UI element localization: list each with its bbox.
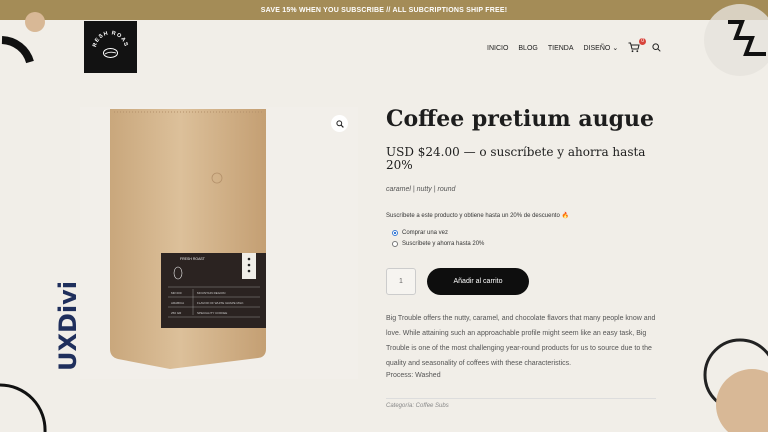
uxdivi-watermark: UXDivi (54, 281, 82, 371)
subscribe-note: Suscríbete a este producto y obtiene has… (386, 213, 569, 219)
bag-row-2-right: FLAVOR OF WHITE GRAPE MILK (197, 301, 243, 305)
nav-item-diseno-label: DISEÑO (583, 45, 611, 52)
quantity-input[interactable]: 1 (386, 268, 416, 295)
chevron-down-icon: ⌄ (612, 45, 619, 52)
coffee-bag-illustration: FRESH ROAST MR 000 MOUNTAIN REGION ARABI… (110, 109, 266, 369)
search-icon (652, 42, 661, 52)
divider (386, 398, 656, 399)
site-logo[interactable]: FRESH ROAST (84, 21, 137, 73)
product-description: Big Trouble offers the nutty, caramel, a… (386, 315, 656, 367)
svg-text:FRESH ROAST: FRESH ROAST (84, 21, 129, 48)
add-to-cart-button[interactable]: Añadir al carrito (427, 268, 529, 295)
product-image[interactable]: FRESH ROAST MR 000 MOUNTAIN REGION ARABI… (80, 107, 358, 379)
product-process: Process: Washed (386, 372, 441, 379)
magnifier-icon (335, 119, 344, 128)
nav-item-blog[interactable]: BLOG (518, 45, 537, 52)
bag-row-3-right: SPECIALITY COFFEE (197, 311, 227, 315)
bag-brand: FRESH ROAST (180, 257, 206, 261)
product-tags: caramel | nutty | round (386, 186, 456, 193)
decor-bottom-arc (0, 383, 47, 432)
bag-row-1-left: MR 000 (171, 291, 182, 295)
option-buy-once[interactable]: Comprar una vez (392, 230, 448, 236)
cart-icon (628, 42, 640, 53)
option-subscribe[interactable]: Suscríbete y ahorra hasta 20% (392, 241, 484, 247)
cart-button[interactable]: 0 (628, 38, 647, 54)
product-category[interactable]: Categoría: Coffee Subs (386, 403, 449, 409)
product-price: USD $24.00 — o suscríbete y ahorra hasta… (386, 145, 646, 172)
zoom-button[interactable] (331, 115, 348, 132)
bag-row-1-right: MOUNTAIN REGION (197, 291, 225, 295)
option-subscribe-label: Suscríbete y ahorra hasta 20% (402, 241, 485, 247)
logo-text: FRESH ROAST (84, 21, 128, 48)
bag-row-2-left: ARABICA (171, 301, 184, 305)
option-buy-once-label: Comprar una vez (402, 230, 449, 236)
search-button[interactable] (652, 42, 661, 54)
watermark-text: UXDivi (54, 281, 82, 371)
radio-buy-once[interactable] (392, 230, 398, 236)
nav-item-diseno[interactable]: DISEÑO ⌄ (584, 44, 619, 52)
radio-subscribe[interactable] (392, 241, 398, 247)
nav-item-tienda[interactable]: TIENDA (548, 45, 574, 52)
decor-tan-dot (25, 12, 45, 32)
cart-count-badge: 0 (639, 38, 647, 45)
nav-item-inicio[interactable]: INICIO (487, 45, 508, 52)
bag-row-3-left: 250 GR (171, 311, 182, 315)
product-title: Coffee pretium augue (386, 106, 654, 132)
decor-black-arc (1, 36, 34, 64)
decor-tan-blob (716, 369, 768, 432)
main-nav: INICIO BLOG TIENDA DISEÑO ⌄ 0 (487, 38, 661, 54)
